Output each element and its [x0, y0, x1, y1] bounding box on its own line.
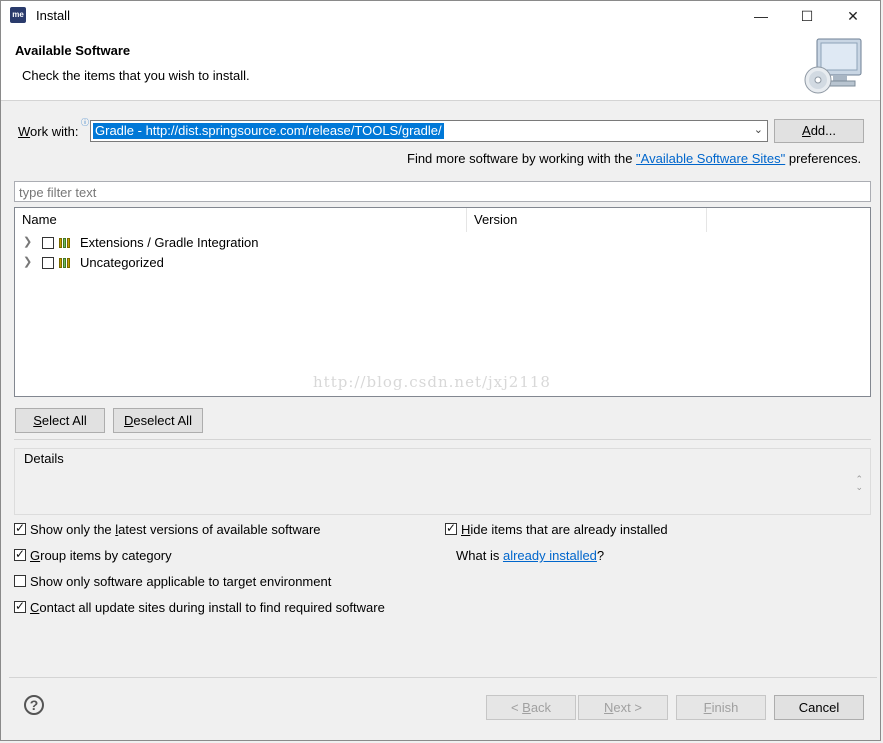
option-label: Contact all update sites during install …: [30, 600, 385, 615]
filter-input[interactable]: [17, 183, 861, 202]
checkbox[interactable]: [445, 521, 457, 535]
checkbox[interactable]: [14, 599, 26, 613]
header-banner: Available Software Check the items that …: [1, 31, 880, 101]
available-software-sites-link[interactable]: "Available Software Sites": [636, 151, 785, 166]
footer-separator: [9, 677, 877, 678]
window-title: Install: [36, 8, 70, 23]
page-title: Available Software: [15, 43, 131, 58]
more-software-text: Find more software by working with the "…: [407, 151, 862, 166]
option-label: Group items by category: [30, 548, 172, 563]
work-with-combo[interactable]: Gradle - http://dist.springsource.com/re…: [90, 120, 768, 142]
checkbox[interactable]: [14, 547, 26, 561]
minimize-button[interactable]: —: [738, 1, 784, 31]
finish-button[interactable]: Finish: [676, 695, 766, 720]
computer-cd-icon: [804, 38, 862, 94]
chevron-right-icon[interactable]: ❯: [23, 255, 32, 268]
page-subtitle: Check the items that you wish to install…: [22, 68, 250, 83]
chevron-right-icon[interactable]: ❯: [23, 235, 32, 248]
category-icon: [59, 236, 74, 248]
app-logo-icon: me: [10, 7, 26, 23]
checkbox[interactable]: [14, 521, 26, 535]
details-label: Details: [24, 451, 64, 466]
work-with-label: Work with:: [18, 124, 79, 139]
what-is-installed-text: What is already installed?: [456, 548, 605, 563]
column-header-version[interactable]: Version: [467, 208, 707, 232]
close-button[interactable]: ✕: [830, 1, 876, 31]
checkbox[interactable]: [14, 575, 26, 587]
option-label: Show only the latest versions of availab…: [30, 522, 321, 537]
watermark: http://blog.csdn.net/jxj2118: [313, 373, 551, 391]
maximize-button[interactable]: ☐: [784, 1, 830, 31]
filter-box[interactable]: [14, 181, 871, 202]
next-button[interactable]: Next >: [578, 695, 668, 720]
tree-row[interactable]: ❯ Uncategorized: [15, 253, 870, 273]
chevron-down-icon[interactable]: ⌄: [754, 123, 763, 136]
scroll-arrows-icon[interactable]: ⌃ ⌄: [855, 475, 863, 492]
option-label: Hide items that are already installed: [461, 522, 668, 537]
row-checkbox[interactable]: [42, 237, 54, 249]
details-panel: Details ⌃ ⌄: [14, 448, 871, 515]
title-bar: me Install — ☐ ✕: [1, 1, 880, 31]
row-checkbox[interactable]: [42, 257, 54, 269]
help-icon[interactable]: ?: [24, 695, 44, 715]
tree-row[interactable]: ❯ Extensions / Gradle Integration: [15, 233, 870, 253]
cancel-button[interactable]: Cancel: [774, 695, 864, 720]
install-dialog: me Install — ☐ ✕ Available Software Chec…: [0, 0, 881, 741]
deselect-all-button[interactable]: Deselect All: [113, 408, 203, 433]
add-button[interactable]: Add...: [774, 119, 864, 143]
software-tree[interactable]: Name Version ❯ Extensions / Gradle Integ…: [14, 207, 871, 397]
already-installed-link[interactable]: already installed: [503, 548, 597, 563]
back-button[interactable]: < Back: [486, 695, 576, 720]
work-with-value[interactable]: Gradle - http://dist.springsource.com/re…: [93, 123, 444, 139]
tree-row-label: Extensions / Gradle Integration: [80, 235, 259, 250]
column-header-name[interactable]: Name: [15, 208, 467, 232]
option-label: Show only software applicable to target …: [30, 574, 332, 589]
select-all-button[interactable]: Select All: [15, 408, 105, 433]
info-icon: ⓘ: [81, 118, 89, 127]
category-icon: [59, 256, 74, 268]
tree-row-label: Uncategorized: [80, 255, 164, 270]
separator: [14, 439, 871, 440]
